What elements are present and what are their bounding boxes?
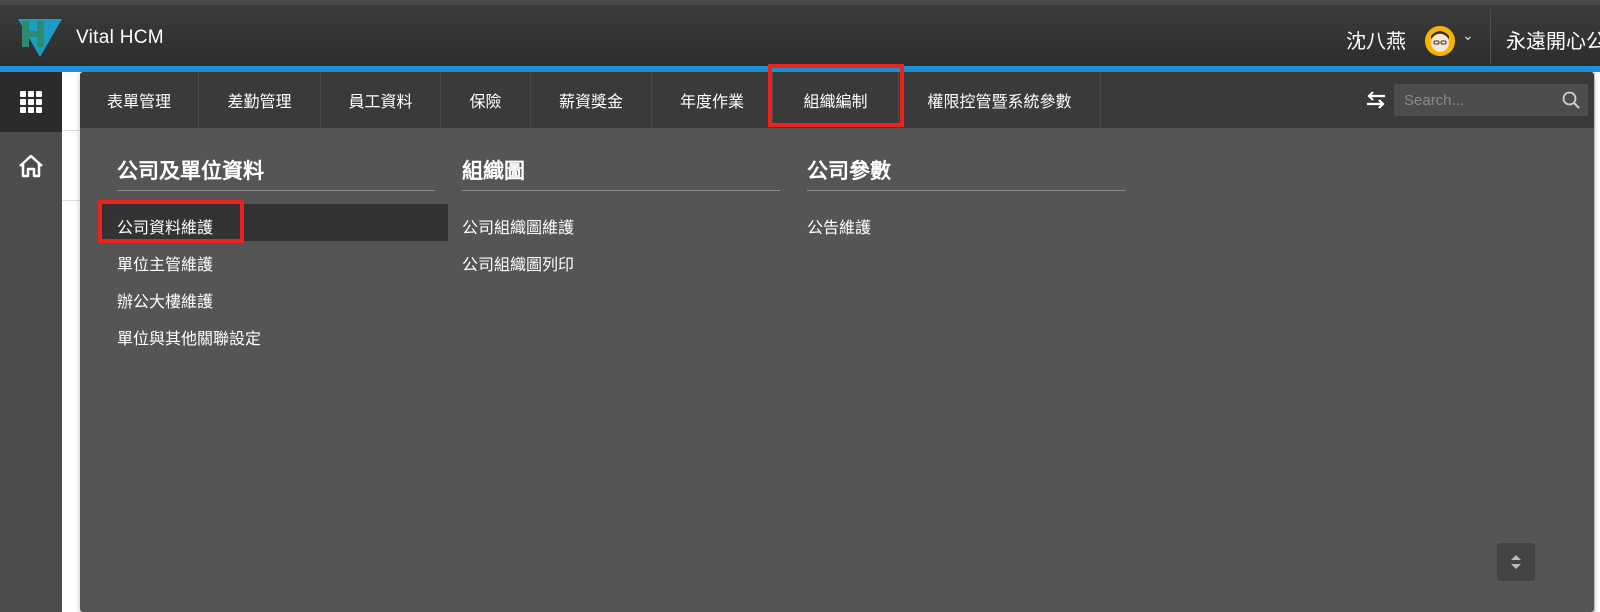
background-divider xyxy=(62,200,82,201)
left-icon-rail xyxy=(0,72,62,612)
home-icon xyxy=(19,154,43,178)
tab-form-management[interactable]: 表單管理 xyxy=(80,72,199,128)
section-divider xyxy=(807,190,1125,191)
search-input[interactable] xyxy=(1394,84,1554,116)
home-button[interactable] xyxy=(0,148,62,184)
menu-item-announcement[interactable]: 公告維護 xyxy=(807,214,871,238)
menu-item-company-data[interactable]: 公司資料維護 xyxy=(117,214,213,238)
tab-annual-operations[interactable]: 年度作業 xyxy=(652,72,773,128)
menu-item-org-chart-print[interactable]: 公司組織圖列印 xyxy=(462,251,574,275)
scroll-toggle-button[interactable] xyxy=(1497,543,1535,581)
section-divider xyxy=(462,190,780,191)
user-name[interactable]: 沈八燕 xyxy=(1346,25,1406,54)
avatar[interactable] xyxy=(1425,26,1455,56)
background-divider xyxy=(62,130,82,131)
avatar-face-icon xyxy=(1425,26,1455,56)
menu-item-office-building[interactable]: 辦公大樓維護 xyxy=(117,288,213,312)
section-title-company-params: 公司參數 xyxy=(807,159,891,183)
tab-permissions-system-params[interactable]: 權限控管暨系統參數 xyxy=(899,72,1101,128)
background-border xyxy=(1594,72,1595,612)
menu-item-unit-supervisor[interactable]: 單位主管維護 xyxy=(117,251,213,275)
scroll-toggle-icon xyxy=(1511,555,1521,569)
company-name[interactable]: 永遠開心公 xyxy=(1506,25,1600,54)
section-divider xyxy=(117,190,435,191)
swap-icon[interactable] xyxy=(1365,90,1387,110)
logo-icon[interactable] xyxy=(18,19,62,57)
section-title-org-chart: 組織圖 xyxy=(462,159,525,183)
search-box xyxy=(1394,84,1588,116)
section-title-company-units: 公司及單位資料 xyxy=(117,159,264,183)
apps-grid-icon xyxy=(20,91,42,113)
apps-menu-button[interactable] xyxy=(0,72,62,132)
menu-item-org-chart-maintain[interactable]: 公司組織圖維護 xyxy=(462,214,574,238)
chevron-down-icon[interactable]: ⌄ xyxy=(1462,28,1474,44)
mega-menu-panel: 表單管理 差勤管理 員工資料 保險 薪資獎金 年度作業 組織編制 權限控管暨系統… xyxy=(80,64,1594,612)
header-divider xyxy=(1490,9,1491,65)
menu-tab-bar: 表單管理 差勤管理 員工資料 保險 薪資獎金 年度作業 組織編制 權限控管暨系統… xyxy=(80,72,1594,128)
tab-attendance-management[interactable]: 差勤管理 xyxy=(199,72,321,128)
app-title: Vital HCM xyxy=(76,27,164,48)
tab-organization[interactable]: 組織編制 xyxy=(773,72,899,128)
tab-employee-data[interactable]: 員工資料 xyxy=(321,72,441,128)
tab-salary-bonus[interactable]: 薪資獎金 xyxy=(531,72,652,128)
top-header-bar: Vital HCM 沈八燕 ⌄ 永遠開心公 xyxy=(0,0,1600,66)
search-icon[interactable] xyxy=(1562,91,1580,109)
menu-item-unit-relations[interactable]: 單位與其他關聯設定 xyxy=(117,325,261,349)
tab-insurance[interactable]: 保險 xyxy=(441,72,531,128)
